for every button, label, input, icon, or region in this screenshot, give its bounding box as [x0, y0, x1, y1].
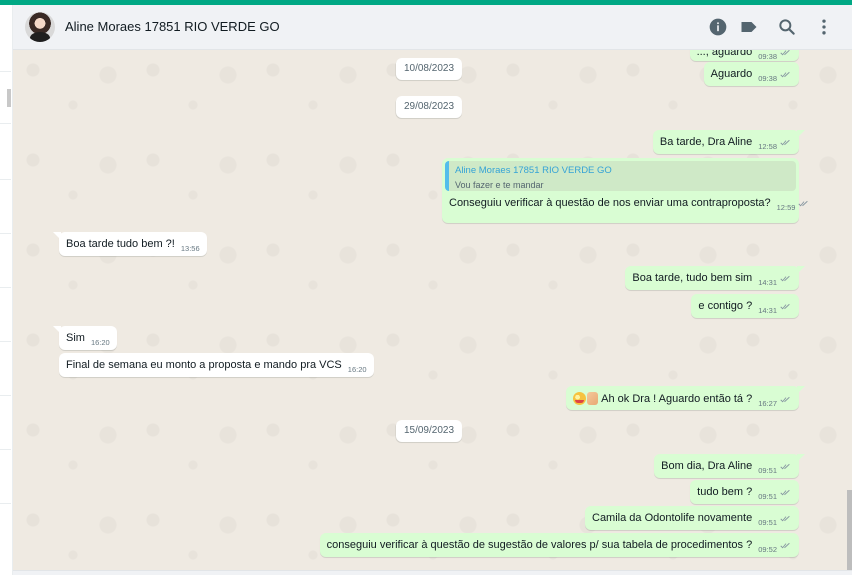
- smiling-face-emoji-icon: [572, 392, 586, 405]
- message-outgoing[interactable]: Aguardo 09:38: [703, 62, 799, 86]
- message-incoming[interactable]: Sim 16:20: [53, 326, 117, 350]
- date-separator: 15/09/2023: [395, 420, 463, 442]
- message-time: 14:31: [758, 306, 777, 315]
- read-ticks-icon: [780, 275, 792, 282]
- menu-icon[interactable]: [814, 17, 834, 37]
- divider: [0, 179, 11, 180]
- message-text: tudo bem ?: [697, 486, 753, 498]
- message-time: 09:51: [758, 518, 777, 527]
- contact-name[interactable]: Aline Moraes 17851 RIO VERDE GO: [65, 19, 280, 34]
- divider: [0, 233, 11, 234]
- message-incoming[interactable]: Final de semana eu monto a proposta e ma…: [59, 353, 374, 377]
- message-outgoing[interactable]: tudo bem ? 09:51: [690, 480, 799, 504]
- divider: [0, 395, 11, 396]
- message-time: 09:38: [758, 74, 777, 83]
- message-incoming[interactable]: Boa tarde tudo bem ?! 13:56: [53, 232, 207, 256]
- message-list-scrollbar[interactable]: [847, 490, 852, 570]
- divider: [0, 71, 11, 72]
- divider: [0, 449, 11, 450]
- message-outgoing-with-reply[interactable]: Aline Moraes 17851 RIO VERDE GO Vou faze…: [442, 158, 809, 223]
- message-time: 16:20: [90, 338, 110, 347]
- quoted-message[interactable]: Aline Moraes 17851 RIO VERDE GO Vou faze…: [445, 161, 796, 191]
- quoted-author: Aline Moraes 17851 RIO VERDE GO: [455, 165, 612, 176]
- info-icon[interactable]: [708, 17, 728, 37]
- quoted-text: Vou fazer e te mandar: [455, 180, 544, 190]
- message-text: Sim: [66, 332, 85, 344]
- message-outgoing[interactable]: Boa tarde, tudo bem sim 14:31: [625, 266, 805, 290]
- message-time: 13:56: [180, 244, 200, 253]
- message-time: 12:58: [758, 142, 777, 151]
- message-time: 12:59: [776, 203, 796, 212]
- message-text: Camila da Odontolife novamente: [592, 512, 753, 524]
- message-text: Ah ok Dra ! Aguardo então tá ?: [601, 393, 753, 405]
- divider: [0, 503, 11, 504]
- message-text: Conseguiu verificar à questão de nos env…: [449, 197, 771, 209]
- avatar[interactable]: [25, 12, 55, 42]
- message-outgoing[interactable]: ..., aguardo 09:38: [689, 50, 799, 61]
- message-outgoing[interactable]: Camila da Odontolife novamente 09:51: [585, 506, 799, 530]
- chat-list-scrollbar[interactable]: [7, 89, 11, 107]
- date-separator: 10/08/2023: [395, 58, 463, 80]
- message-text: Ba tarde, Dra Aline: [659, 136, 753, 148]
- read-ticks-icon: [798, 200, 810, 207]
- read-ticks-icon: [780, 515, 792, 522]
- message-list[interactable]: ..., aguardo 09:38 Aguardo 09:38 10/08/202…: [13, 50, 852, 570]
- message-text: conseguiu verificar à questão de sugestã…: [326, 539, 753, 551]
- message-time: 09:52: [758, 545, 777, 554]
- divider: [0, 287, 11, 288]
- read-ticks-icon: [780, 139, 792, 146]
- message-outgoing[interactable]: conseguiu verificar à questão de sugestã…: [319, 533, 799, 557]
- praying-hands-emoji-icon: [586, 392, 598, 405]
- message-text: Bom dia, Dra Aline: [661, 460, 753, 472]
- composer-edge: [13, 570, 852, 575]
- date-separator: 29/08/2023: [395, 96, 463, 118]
- message-time: 09:38: [758, 52, 777, 61]
- chat-list-pane: [0, 5, 13, 575]
- search-icon[interactable]: [777, 17, 797, 37]
- message-text: Final de semana eu monto a proposta e ma…: [66, 359, 342, 371]
- message-outgoing[interactable]: Bom dia, Dra Aline 09:51: [654, 454, 805, 478]
- conversation-header: Aline Moraes 17851 RIO VERDE GO: [13, 5, 852, 50]
- read-ticks-icon: [780, 50, 792, 56]
- read-ticks-icon: [780, 489, 792, 496]
- message-text: Boa tarde tudo bem ?!: [66, 238, 175, 250]
- message-outgoing[interactable]: e contigo ? 14:31: [691, 294, 799, 318]
- read-ticks-icon: [780, 463, 792, 470]
- message-text: ..., aguardo: [696, 50, 753, 58]
- message-time: 09:51: [758, 492, 777, 501]
- message-text: Aguardo: [710, 68, 753, 80]
- message-time: 14:31: [758, 278, 777, 287]
- message-text: e contigo ?: [698, 300, 753, 312]
- read-ticks-icon: [780, 542, 792, 549]
- divider: [0, 341, 11, 342]
- message-outgoing[interactable]: Ba tarde, Dra Aline 12:58: [652, 130, 806, 154]
- message-time: 16:20: [347, 365, 367, 374]
- read-ticks-icon: [780, 71, 792, 78]
- message-time: 09:51: [758, 466, 777, 475]
- read-ticks-icon: [780, 396, 792, 403]
- label-icon[interactable]: [739, 17, 759, 37]
- message-text: Boa tarde, tudo bem sim: [632, 272, 753, 284]
- divider: [0, 123, 11, 124]
- message-time: 16:27: [758, 399, 777, 408]
- message-outgoing[interactable]: Ah ok Dra ! Aguardo então tá ? 16:27: [565, 386, 806, 410]
- read-ticks-icon: [780, 303, 792, 310]
